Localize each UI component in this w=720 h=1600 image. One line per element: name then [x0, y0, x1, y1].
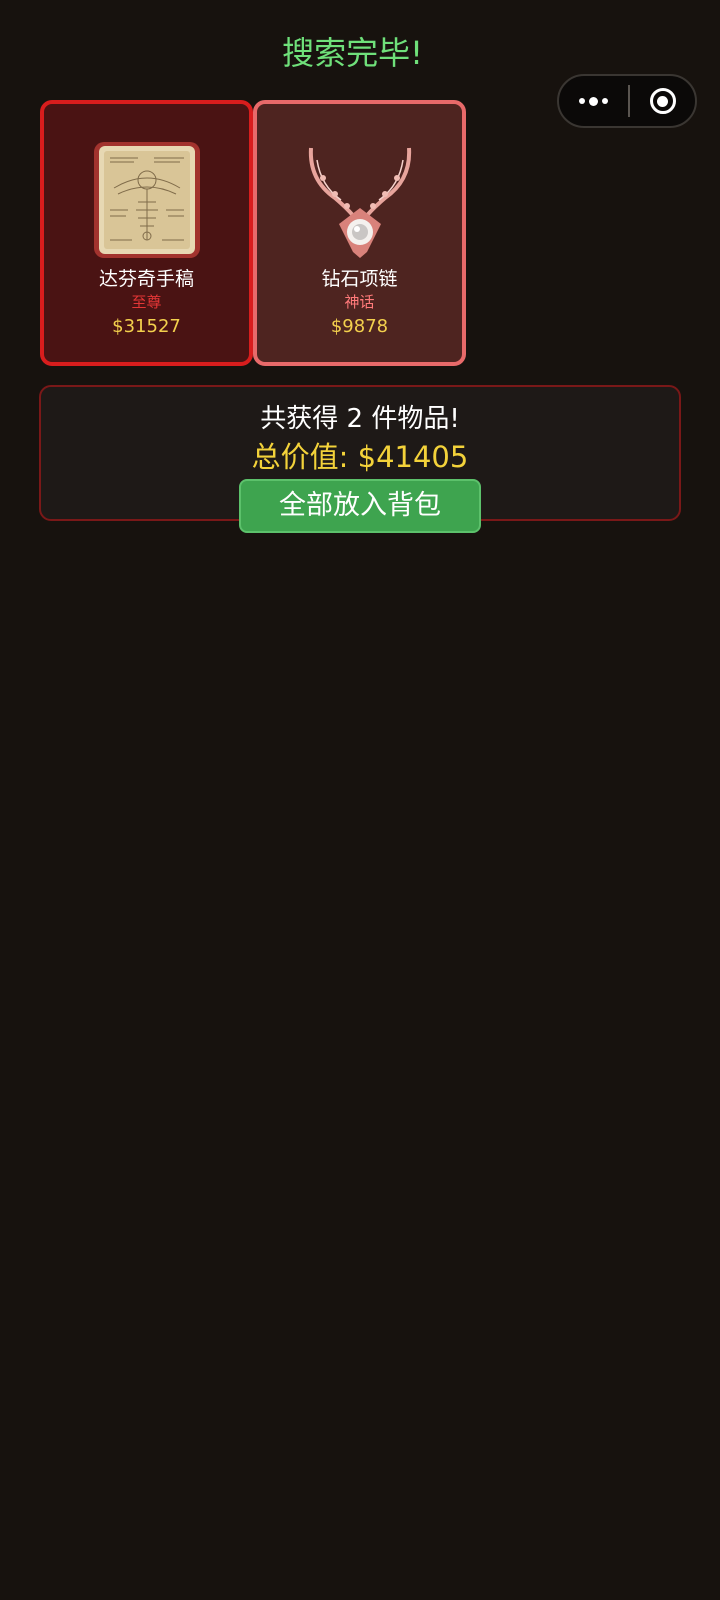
manuscript-icon: [93, 142, 200, 258]
item-count-text: 共获得 2 件物品!: [260, 404, 460, 434]
item-card[interactable]: 达芬奇手稿 至尊 $31527: [40, 100, 253, 366]
item-name: 达芬奇手稿: [98, 268, 194, 290]
item-price: $9878: [330, 316, 389, 337]
item-rarity: 至尊: [131, 293, 162, 311]
total-value-text: 总价值: $41405: [251, 440, 469, 474]
item-price: $31527: [112, 316, 181, 337]
collect-all-button[interactable]: 全部放入背包: [239, 479, 481, 533]
page-title: 搜索完毕!: [282, 34, 423, 72]
search-result-screen: 搜索完毕! 达芬奇手稿 至尊 $31527 钻石项链 神话 $9878 共获得 …: [0, 0, 720, 1600]
more-dots-icon[interactable]: [559, 76, 628, 126]
item-rarity: 神话: [344, 293, 375, 311]
miniprogram-capsule: [557, 74, 697, 128]
item-name: 钻石项链: [321, 268, 398, 290]
item-card[interactable]: 钻石项链 神话 $9878: [253, 100, 466, 366]
close-target-icon[interactable]: [630, 76, 695, 126]
diamond-necklace-icon: [308, 147, 411, 258]
